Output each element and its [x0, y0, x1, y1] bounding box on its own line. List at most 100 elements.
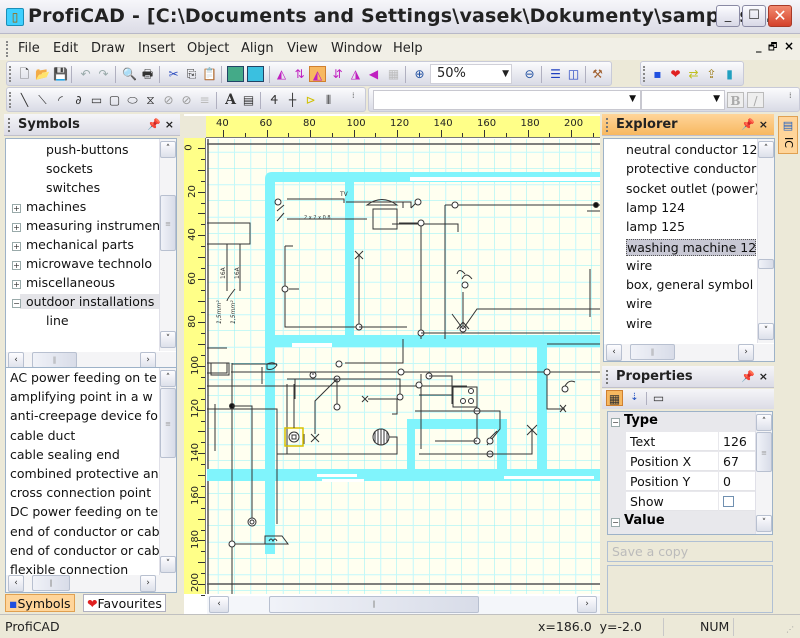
expand-icon[interactable]: +: [12, 223, 21, 232]
rounded-rect-tool-icon[interactable]: ▢: [106, 92, 123, 108]
property-row[interactable]: Text 126: [626, 432, 772, 452]
menu-edit[interactable]: Edit: [53, 41, 78, 56]
toolbar-overflow-icon[interactable]: ⁞: [789, 91, 792, 100]
properties-side-tab[interactable]: ▤ IC: [778, 116, 798, 154]
grid-icon[interactable]: ▦: [385, 66, 402, 82]
italic-button[interactable]: /: [747, 92, 764, 108]
symbol-list-item[interactable]: amplifying point in a w: [10, 389, 153, 404]
arc-tool-icon[interactable]: ◜: [52, 92, 69, 108]
property-row[interactable]: Show: [626, 492, 772, 512]
explorer-item[interactable]: lamp 125: [626, 219, 685, 234]
flip-horizontal-icon[interactable]: ◭: [273, 66, 290, 82]
menu-insert[interactable]: Insert: [138, 41, 175, 56]
symbol-list-item[interactable]: anti-creepage device fo: [10, 408, 158, 423]
alphabetical-icon[interactable]: ⇣: [626, 390, 643, 406]
symbols-panel-icon[interactable]: ▪: [649, 66, 666, 82]
zoom-combo[interactable]: 50% ▼: [430, 64, 512, 84]
tree-item[interactable]: miscellaneous: [26, 275, 115, 290]
menu-window[interactable]: Window: [331, 41, 382, 56]
ellipse-slash-tool-icon[interactable]: ⊘: [178, 92, 195, 108]
resize-grip[interactable]: ⋰: [786, 625, 794, 634]
symbol-list-item[interactable]: AC power feeding on te: [10, 370, 157, 385]
scroll-left-button[interactable]: ‹: [8, 575, 24, 592]
export-icon[interactable]: ⇪: [703, 66, 720, 82]
zoom-out-icon[interactable]: ⊖: [521, 66, 538, 82]
scroll-thumb[interactable]: [758, 259, 774, 269]
wire-tool-icon[interactable]: Ꮞ: [266, 92, 283, 108]
save-a-copy-button[interactable]: Save a copy: [607, 541, 773, 562]
explorer-item[interactable]: box, general symbol: [626, 277, 753, 292]
collapse-icon[interactable]: −: [611, 518, 620, 527]
scroll-right-button[interactable]: ›: [577, 596, 597, 613]
explorer-item[interactable]: wire: [626, 296, 652, 311]
category-type[interactable]: − Type: [608, 412, 756, 432]
mirror-icon[interactable]: ⇅: [291, 66, 308, 82]
font-combo[interactable]: ▼: [373, 90, 641, 110]
expand-icon[interactable]: +: [12, 204, 21, 213]
save-icon[interactable]: 💾: [52, 66, 69, 82]
tab-favourites[interactable]: ❤Favourites: [83, 594, 166, 612]
text-tool-icon[interactable]: A: [222, 92, 239, 108]
bold-button[interactable]: B: [727, 92, 744, 108]
minimize-button[interactable]: _: [716, 5, 740, 27]
tree-item[interactable]: outdoor installations: [20, 294, 170, 309]
explorer-item[interactable]: wire: [626, 258, 652, 273]
scroll-right-button[interactable]: ›: [738, 344, 754, 361]
chevron-down-icon[interactable]: ▼: [502, 65, 509, 83]
h-scroll-thumb[interactable]: ‖: [32, 575, 70, 591]
chevron-down-icon[interactable]: ▼: [713, 94, 720, 104]
scroll-down-button[interactable]: ˅: [758, 323, 774, 340]
insert-image-icon[interactable]: [247, 66, 264, 82]
tree-item[interactable]: sockets: [46, 161, 93, 176]
rotate-active-icon[interactable]: ◭: [309, 66, 326, 82]
explorer-item[interactable]: socket outlet (power): [626, 181, 759, 196]
scroll-thumb[interactable]: ≡: [160, 195, 176, 251]
new-file-icon[interactable]: 🗋: [16, 66, 33, 82]
symbol-list-item[interactable]: combined protective an: [10, 466, 159, 481]
label-tool-icon[interactable]: ⊳: [302, 92, 319, 108]
menu-object[interactable]: Object: [187, 41, 229, 56]
schematic-drawing[interactable]: TV 2 x 2 x 0,8 16A 16A 1,5mm² 1,5mm²: [207, 139, 600, 594]
explorer-item[interactable]: protective conductor: [626, 161, 756, 176]
print-icon[interactable]: 🖶: [139, 66, 156, 82]
font-size-combo[interactable]: ▼: [641, 90, 725, 110]
symbol-list-item[interactable]: DC power feeding on te: [10, 504, 158, 519]
close-button[interactable]: ✕: [768, 5, 792, 27]
symbol-list-item[interactable]: end of conductor or cab: [10, 524, 160, 539]
property-row[interactable]: Position X 67: [626, 452, 772, 472]
wire-numbering-icon[interactable]: ⇄: [685, 66, 702, 82]
zoom-in-icon[interactable]: ⊕: [411, 66, 428, 82]
expand-icon[interactable]: +: [12, 242, 21, 251]
redo-icon[interactable]: ↷: [95, 66, 112, 82]
cut-icon[interactable]: ✂: [165, 66, 182, 82]
rectangle-tool-icon[interactable]: ▭: [88, 92, 105, 108]
menu-file[interactable]: File: [18, 41, 40, 56]
scroll-down-button[interactable]: ˅: [160, 331, 176, 348]
show-checkbox[interactable]: [723, 496, 734, 507]
proficad-app-icon[interactable]: ▯: [6, 8, 24, 26]
scroll-up-button[interactable]: ˄: [160, 141, 176, 158]
scroll-down-button[interactable]: ˅: [160, 556, 176, 573]
category-value[interactable]: − Value: [608, 512, 756, 532]
explorer-item[interactable]: washing machine 126: [626, 238, 756, 256]
line-tool-icon[interactable]: ╲: [16, 92, 33, 108]
maximize-button[interactable]: ☐: [742, 5, 766, 27]
categorized-icon[interactable]: ▦: [606, 390, 623, 406]
collapse-icon[interactable]: −: [611, 418, 620, 427]
pin-icon[interactable]: 📌: [741, 370, 755, 383]
menu-view[interactable]: View: [287, 41, 318, 56]
undo-icon[interactable]: ↶: [77, 66, 94, 82]
curve-tool-icon[interactable]: ∂: [70, 92, 87, 108]
h-scroll-thumb[interactable]: ‖: [269, 596, 479, 613]
copy-icon[interactable]: ⎘: [183, 66, 200, 82]
mdi-minimize-button[interactable]: _: [756, 40, 762, 53]
canvas-h-scrollbar[interactable]: ‹ ‖ ›: [207, 596, 600, 614]
chevron-down-icon[interactable]: ▼: [629, 94, 636, 104]
h-scroll-thumb[interactable]: ‖: [630, 344, 675, 360]
symbol-list-item[interactable]: cable sealing end: [10, 447, 120, 462]
expand-icon[interactable]: +: [12, 261, 21, 270]
schematic-svg[interactable]: TV 2 x 2 x 0,8 16A 16A 1,5mm² 1,5mm²: [207, 139, 600, 594]
open-folder-icon[interactable]: 📂: [34, 66, 51, 82]
symbol-list-item[interactable]: end of conductor or cab: [10, 543, 160, 558]
tree-item[interactable]: microwave technolo: [26, 256, 152, 271]
